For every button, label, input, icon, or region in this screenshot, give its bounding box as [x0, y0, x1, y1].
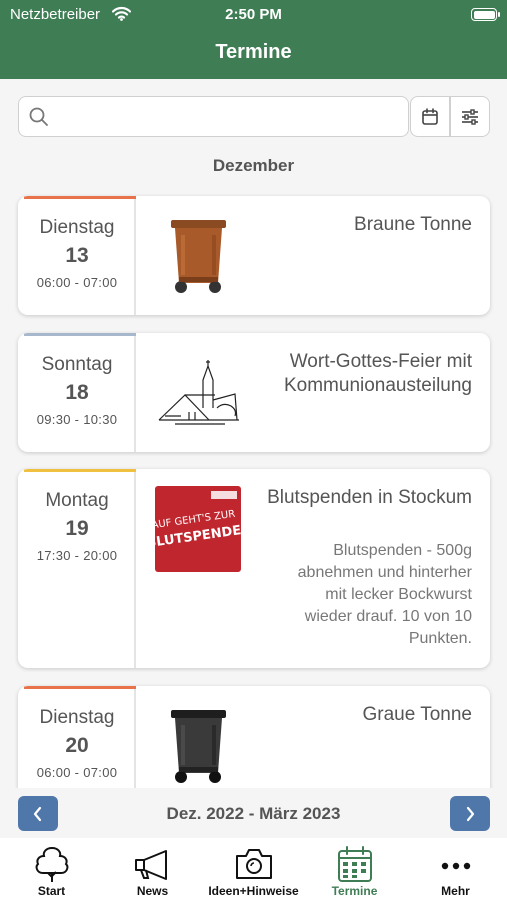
event-title: Wort-Gottes-Feier mit Kommunionausteilun…	[283, 351, 472, 396]
calendar-picker-button[interactable]	[410, 96, 450, 137]
event-day: 13	[65, 244, 89, 267]
event-time: 09:30 - 10:30	[36, 412, 118, 427]
period-label: Dez. 2022 - März 2023	[166, 804, 341, 823]
grey-bin-image	[171, 710, 226, 783]
event-weekday: Dienstag	[39, 707, 115, 728]
event-date: Sonntag 18 09:30 - 10:30	[18, 333, 136, 452]
megaphone-icon	[135, 850, 167, 880]
event-title: Braune Tonne	[354, 214, 472, 235]
tab-bar: Start News Ideen+Hinweise Termine Mehr	[0, 838, 507, 900]
event-description: Blutspenden - 500g abnehmen und hinterhe…	[297, 542, 472, 647]
event-accent-bar	[24, 686, 136, 689]
event-title: Graue Tonne	[362, 704, 472, 725]
search-input[interactable]	[59, 97, 399, 136]
event-time: 17:30 - 20:00	[36, 548, 118, 563]
event-date: Montag 19 17:30 - 20:00	[18, 469, 136, 668]
event-card[interactable]: Dienstag 13 06:00 - 07:00 Braune Tonne	[18, 196, 490, 315]
battery-icon	[471, 8, 500, 21]
event-date: Dienstag 13 06:00 - 07:00	[18, 196, 136, 315]
tab-label: Start	[37, 884, 66, 898]
event-day: 20	[65, 734, 89, 757]
search-icon	[29, 107, 48, 126]
camera-icon	[236, 849, 272, 879]
clock: 2:50 PM	[225, 6, 282, 23]
tab-label: News	[136, 884, 169, 898]
event-day: 19	[65, 517, 89, 540]
page-title: Termine	[215, 41, 292, 63]
tab-mehr[interactable]: Mehr	[405, 838, 506, 900]
sliders-icon	[462, 108, 478, 125]
calendar-icon	[422, 107, 438, 125]
brown-bin-image	[171, 220, 226, 293]
more-icon	[441, 862, 471, 870]
blood-donation-poster-image: AUF GEHT'S ZUR BLUTSPENDE!	[155, 486, 241, 572]
tab-news[interactable]: News	[102, 838, 203, 900]
navigation-bar: Termine	[0, 30, 507, 79]
tree-icon	[35, 846, 69, 882]
search-box	[18, 96, 409, 137]
chevron-left-icon	[33, 806, 42, 821]
tab-label: Ideen+Hinweise	[208, 884, 299, 898]
event-accent-bar	[24, 469, 136, 472]
event-accent-bar	[24, 333, 136, 336]
tab-label: Termine	[331, 884, 378, 898]
tab-ideen-hinweise[interactable]: Ideen+Hinweise	[203, 838, 304, 900]
status-bar: Netzbetreiber 2:50 PM	[0, 0, 507, 30]
next-period-button[interactable]	[450, 796, 490, 831]
event-weekday: Montag	[45, 490, 109, 511]
tab-termine[interactable]: Termine	[304, 838, 405, 900]
month-header: Dezember	[212, 156, 295, 175]
event-weekday: Dienstag	[39, 217, 115, 238]
event-accent-bar	[24, 196, 136, 199]
event-weekday: Sonntag	[41, 354, 113, 375]
event-card[interactable]: Montag 19 17:30 - 20:00 AUF GEHT'S ZUR B…	[18, 469, 490, 668]
event-card[interactable]: Sonntag 18 09:30 - 10:30 Wort-Gottes-Fei…	[18, 333, 490, 452]
event-day: 18	[65, 381, 89, 404]
church-sketch-image	[158, 360, 239, 425]
chevron-right-icon	[466, 806, 475, 821]
tab-start[interactable]: Start	[1, 838, 102, 900]
calendar-icon	[338, 846, 372, 882]
event-time: 06:00 - 07:00	[36, 275, 118, 290]
filter-button[interactable]	[450, 96, 490, 137]
event-time: 06:00 - 07:00	[36, 765, 118, 780]
event-title: Blutspenden in Stockum	[267, 487, 472, 508]
previous-period-button[interactable]	[18, 796, 58, 831]
tab-label: Mehr	[441, 884, 470, 898]
